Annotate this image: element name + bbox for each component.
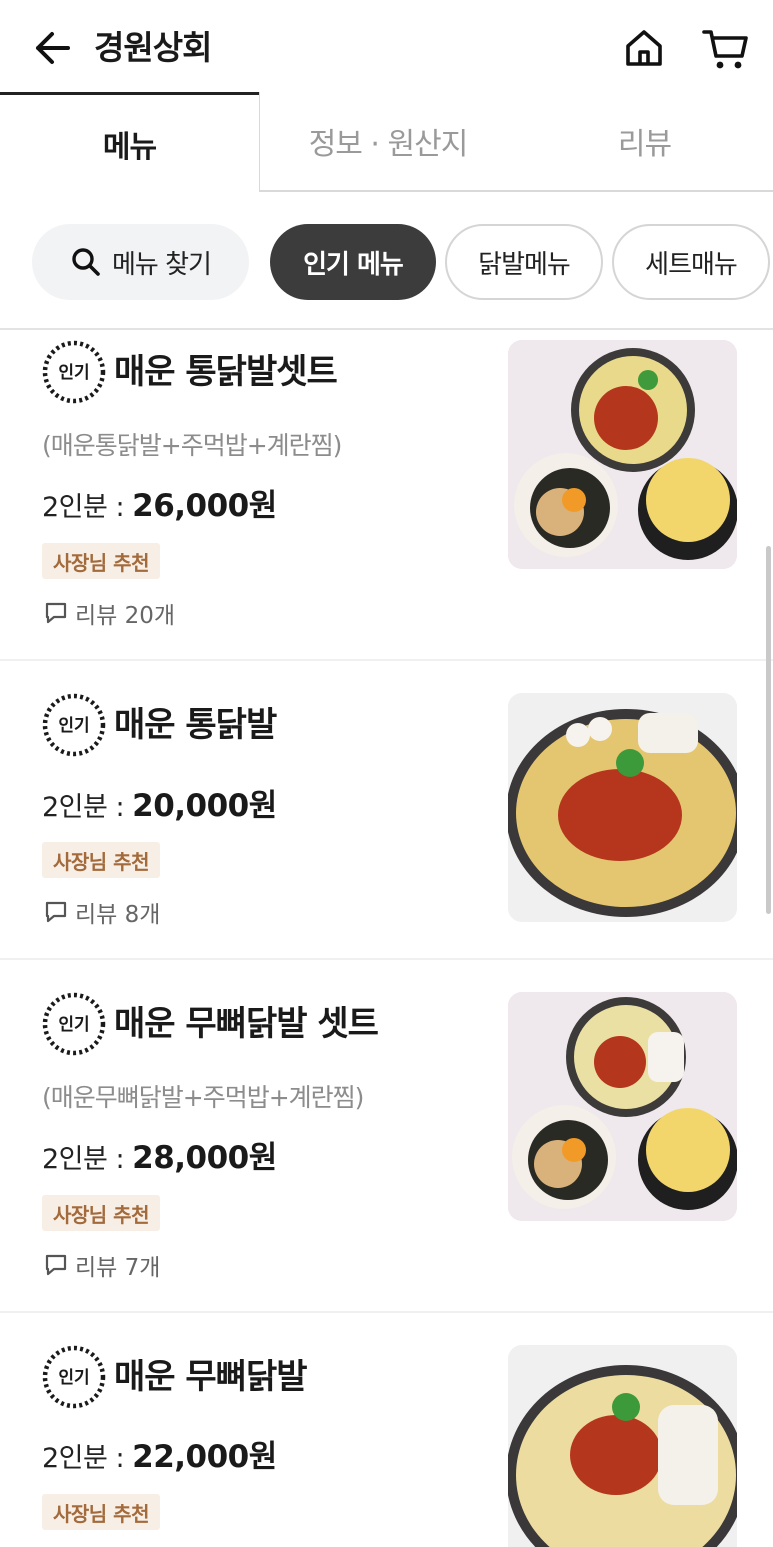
tab-bar: 메뉴 정보 · 원산지 리뷰	[0, 92, 773, 192]
popular-badge-icon: 인기	[42, 992, 106, 1056]
price-value: 22,000원	[132, 1439, 277, 1475]
speech-bubble-icon	[45, 1254, 67, 1276]
menu-item[interactable]: 인기 매운 무뼈닭발 2인분 : 22,000원 사장님 추천	[0, 1313, 773, 1547]
search-icon	[72, 248, 100, 276]
menu-item-name: 매운 무뼈닭발	[114, 1357, 308, 1397]
arrow-left-icon	[36, 32, 70, 64]
owner-recommend-tag: 사장님 추천	[42, 1494, 160, 1530]
menu-item-photo[interactable]	[508, 1345, 737, 1547]
menu-item[interactable]: 인기 매운 통닭발 2인분 : 20,000원 사장님 추천 리뷰 8개	[0, 661, 773, 960]
popular-badge-text: 인기	[58, 716, 89, 736]
owner-recommend-tag: 사장님 추천	[42, 543, 160, 579]
menu-filter-bar: 메뉴 찾기 인기 메뉴 닭발메뉴 세트매뉴	[0, 192, 773, 330]
price-value: 26,000원	[132, 488, 277, 524]
owner-recommend-tag: 사장님 추천	[42, 1195, 160, 1231]
app-header: 경원상회	[0, 0, 773, 92]
menu-item-price: 2인분 : 22,000원	[42, 1431, 277, 1476]
menu-item[interactable]: 인기 매운 무뼈닭발 셋트 (매운무뼈닭발+주먹밥+계란찜) 2인분 : 28,…	[0, 960, 773, 1313]
menu-item-photo[interactable]	[508, 992, 737, 1221]
scrollbar[interactable]	[766, 546, 771, 914]
tab-info-origin[interactable]: 정보 · 원산지	[259, 92, 516, 192]
menu-item-photo[interactable]	[508, 693, 737, 922]
menu-item-description: (매운통닭발+주먹밥+계란찜)	[42, 431, 342, 460]
tab-menu[interactable]: 메뉴	[0, 92, 259, 192]
review-count[interactable]: 리뷰 20개	[44, 596, 175, 630]
owner-recommend-tag: 사장님 추천	[42, 842, 160, 878]
price-label: 2인분 :	[42, 492, 133, 523]
price-value: 28,000원	[132, 1140, 277, 1176]
popular-badge-icon: 인기	[42, 1345, 106, 1409]
cart-button[interactable]	[700, 24, 752, 72]
tab-reviews[interactable]: 리뷰	[516, 92, 773, 192]
home-button[interactable]	[620, 26, 668, 70]
review-count[interactable]: 리뷰 7개	[44, 1248, 160, 1282]
store-title: 경원상회	[94, 28, 212, 67]
chip-popular-menu[interactable]: 인기 메뉴	[270, 224, 436, 300]
review-count-text: 리뷰 7개	[75, 1255, 161, 1281]
menu-item-price: 2인분 : 20,000원	[42, 780, 277, 825]
back-button[interactable]	[30, 26, 74, 70]
review-count-text: 리뷰 8개	[75, 902, 161, 928]
price-value: 20,000원	[132, 788, 277, 824]
menu-item-name: 매운 통닭발셋트	[114, 352, 338, 392]
menu-item-name: 매운 통닭발	[114, 705, 277, 745]
speech-bubble-icon	[45, 901, 67, 923]
menu-item-price: 2인분 : 26,000원	[42, 480, 277, 525]
popular-badge-text: 인기	[58, 363, 89, 383]
price-label: 2인분 :	[42, 792, 133, 823]
popular-badge-text: 인기	[58, 1368, 89, 1388]
menu-item-description: (매운무뼈닭발+주먹밥+계란찜)	[42, 1083, 364, 1112]
menu-item-name: 매운 무뼈닭발 셋트	[114, 1004, 379, 1044]
speech-bubble-icon	[45, 602, 67, 624]
home-icon	[626, 30, 662, 66]
chip-set-menu[interactable]: 세트매뉴	[612, 224, 770, 300]
review-count-text: 리뷰 20개	[75, 603, 176, 629]
popular-badge-text: 인기	[58, 1015, 89, 1035]
price-label: 2인분 :	[42, 1443, 133, 1474]
food-photo-icon	[508, 1345, 737, 1547]
menu-item-photo[interactable]	[508, 340, 737, 569]
food-photo-icon	[508, 992, 737, 1221]
review-count[interactable]: 리뷰 8개	[44, 895, 160, 929]
menu-search-button[interactable]: 메뉴 찾기	[32, 224, 249, 300]
food-photo-icon	[508, 340, 737, 569]
food-photo-icon	[508, 693, 737, 922]
popular-badge-icon: 인기	[42, 340, 106, 404]
cart-icon	[702, 30, 748, 69]
price-label: 2인분 :	[42, 1144, 133, 1175]
chip-chicken-feet-menu[interactable]: 닭발메뉴	[445, 224, 603, 300]
menu-list: 인기 매운 통닭발셋트 (매운통닭발+주먹밥+계란찜) 2인분 : 26,000…	[0, 330, 773, 1547]
popular-badge-icon: 인기	[42, 693, 106, 757]
menu-search-label: 메뉴 찾기	[112, 249, 212, 280]
menu-item[interactable]: 인기 매운 통닭발셋트 (매운통닭발+주먹밥+계란찜) 2인분 : 26,000…	[0, 330, 773, 661]
menu-item-price: 2인분 : 28,000원	[42, 1132, 277, 1177]
